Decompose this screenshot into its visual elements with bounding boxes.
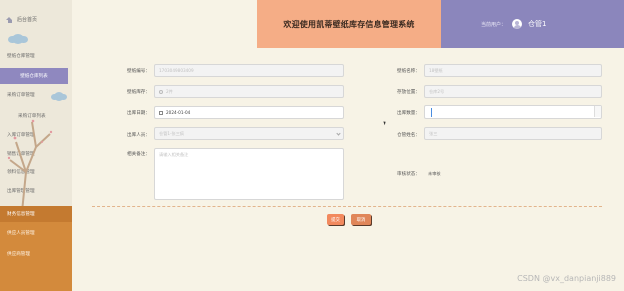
wallpaper-name-label: 壁纸名称： — [397, 69, 420, 74]
location-field[interactable]: 仓库2号 — [424, 85, 602, 98]
wallpaper-stock-label: 壁纸库存： — [127, 90, 150, 95]
wallpaper-stock-field[interactable]: 2件 — [154, 85, 344, 98]
handler-name-field[interactable]: 张三 — [424, 127, 602, 140]
wallpaper-name-placeholder: 18壁纸 — [429, 67, 443, 73]
sidebar-item-supply-staff[interactable]: 供应人员管理 — [0, 222, 72, 244]
wallpaper-stock-value: 2件 — [166, 88, 173, 94]
remarks-label: 相关备注： — [127, 152, 150, 157]
review-status-value: 未审核 — [428, 171, 441, 176]
wallpaper-no-placeholder: 1703049803409 — [159, 68, 194, 73]
sidebar-item-sales-orders[interactable]: 销售订单管理 — [0, 145, 72, 164]
wallpaper-name-field[interactable]: 18壁纸 — [424, 64, 602, 77]
stock-icon — [159, 89, 163, 94]
cloud-decoration — [8, 34, 28, 44]
calendar-icon — [159, 110, 163, 115]
header-user-box: 当前用户： 仓管1 — [441, 0, 624, 48]
submit-button[interactable]: 提交 — [327, 214, 344, 225]
sidebar-home-link[interactable]: 后台首页 — [6, 16, 37, 23]
remarks-placeholder: 请输入相关备注 — [159, 152, 189, 157]
outbound-qty-field[interactable] — [424, 105, 602, 119]
page-title: 欢迎使用凯蒂壁纸库存信息管理系统 — [283, 19, 415, 29]
avatar[interactable] — [512, 19, 523, 29]
chevron-down-icon — [336, 131, 341, 136]
divider — [92, 206, 602, 207]
sidebar-home: 后台首页 — [0, 0, 72, 44]
header-spacer — [72, 0, 257, 48]
remarks-textarea[interactable]: 请输入相关备注 — [154, 148, 344, 200]
sidebar-item-wallpaper-warehouse[interactable]: 壁纸仓库管理 — [0, 44, 72, 68]
sidebar-item-material-info[interactable]: 领料信息管理 — [0, 163, 72, 182]
watermark: CSDN @vx_danpianji889 — [517, 274, 616, 283]
sidebar-lower-section: 财务信息管理 供应人员管理 供应商管理 — [0, 206, 72, 291]
sidebar-item-wallpaper-warehouse-list[interactable]: 壁纸仓库列表 — [0, 68, 68, 84]
handler-value: 仓管1-张三疯 — [159, 130, 185, 136]
sidebar-home-label: 后台首页 — [17, 17, 38, 23]
current-user-label: 当前用户： — [481, 21, 507, 28]
home-icon — [6, 16, 13, 23]
outbound-date-value: 2024-01-04 — [166, 110, 191, 115]
sidebar-item-purchase-orders[interactable]: 采购订单管理 — [0, 84, 72, 106]
sidebar-item-finance[interactable]: 财务信息管理 — [0, 206, 72, 222]
text-cursor — [431, 107, 432, 117]
handler-name-label: 仓管姓名： — [397, 133, 420, 138]
sidebar-item-outbound[interactable]: 出库管理管理 — [0, 182, 72, 201]
sidebar-item-suppliers[interactable]: 供应商管理 — [0, 244, 72, 264]
header-title-box: 欢迎使用凯蒂壁纸库存信息管理系统 — [257, 0, 441, 48]
sidebar-item-inbound-orders[interactable]: 入库订单管理 — [0, 126, 72, 145]
outbound-form: 壁纸编号： 1703049803409 壁纸名称： 18壁纸 壁纸库存： 2件 … — [72, 48, 624, 291]
handler-select[interactable]: 仓管1-张三疯 — [154, 127, 344, 140]
location-placeholder: 仓库2号 — [429, 88, 445, 94]
handler-label: 出库人员： — [127, 133, 150, 138]
mouse-pointer-icon — [383, 120, 387, 126]
wallpaper-no-label: 壁纸编号： — [127, 69, 150, 74]
outbound-qty-label: 出库数量： — [397, 111, 420, 116]
current-user-name[interactable]: 仓管1 — [528, 19, 546, 29]
sidebar: 后台首页 壁纸仓库管理 壁纸仓库列表 采购订单管理 采购订单列表 入库订单管理 … — [0, 0, 72, 291]
wallpaper-no-field[interactable]: 1703049803409 — [154, 64, 344, 77]
cancel-button[interactable]: 取消 — [351, 214, 371, 225]
sidebar-item-purchase-order-list[interactable]: 采购订单列表 — [0, 106, 72, 126]
review-status-label: 审核状态： — [397, 172, 420, 177]
outbound-date-label: 出库日期： — [127, 111, 150, 116]
location-label: 存放位置： — [397, 90, 420, 95]
handler-name-placeholder: 张三 — [429, 130, 438, 136]
outbound-date-field[interactable]: 2024-01-04 — [154, 106, 344, 119]
number-spinner[interactable] — [594, 106, 601, 117]
